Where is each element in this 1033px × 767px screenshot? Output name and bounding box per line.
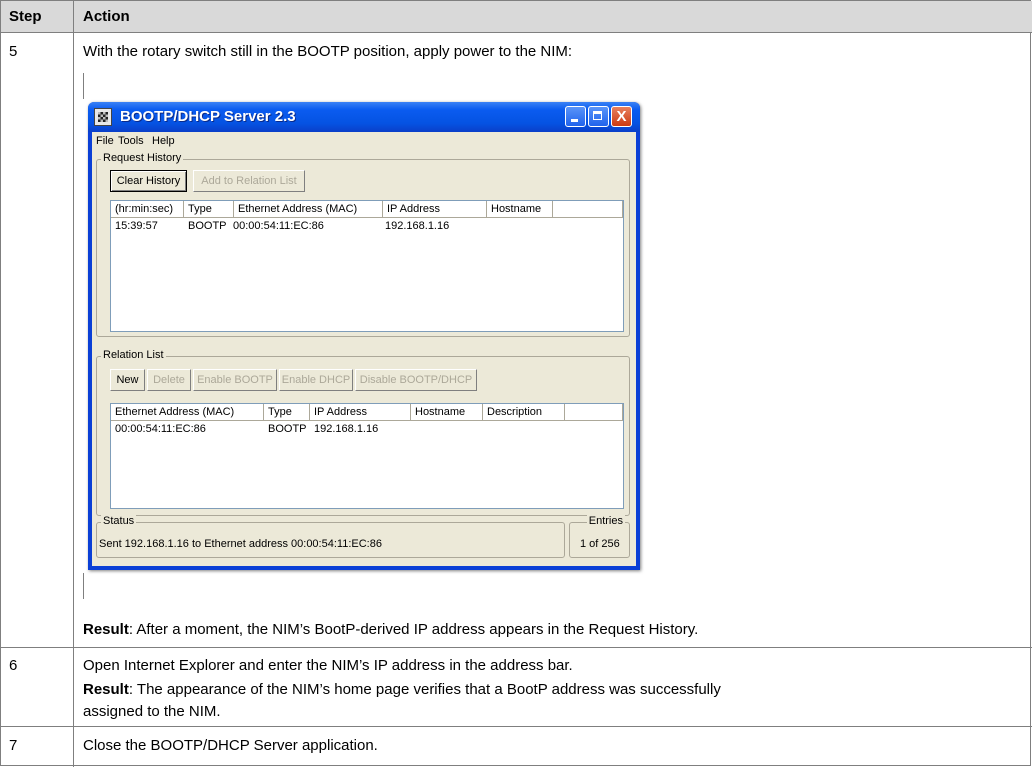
result-label: Result bbox=[83, 681, 129, 698]
step-number: 5 bbox=[9, 43, 18, 60]
menu-tools[interactable]: Tools bbox=[118, 135, 144, 147]
row-divider bbox=[1, 726, 1032, 727]
cell-time: 15:39:57 bbox=[115, 220, 158, 232]
menu-bar: File Tools Help bbox=[92, 132, 636, 150]
result-text: : The appearance of the NIM’s home page … bbox=[128, 681, 721, 698]
result-text-continued: assigned to the NIM. bbox=[83, 703, 221, 720]
column-header-ip[interactable]: IP Address bbox=[310, 404, 411, 421]
status-text: Sent 192.168.1.16 to Ethernet address 00… bbox=[99, 538, 382, 550]
cell-ip: 192.168.1.16 bbox=[385, 220, 450, 232]
status-label: Status bbox=[101, 515, 137, 527]
maximize-button[interactable] bbox=[588, 106, 609, 127]
cell-mac: 00:00:54:11:EC:86 bbox=[233, 220, 324, 232]
table-header: Step Action bbox=[1, 1, 1032, 33]
column-header-filler bbox=[565, 404, 623, 421]
disable-bootp-dhcp-button[interactable]: Disable BOOTP/DHCP bbox=[355, 369, 477, 391]
column-header-hostname[interactable]: Hostname bbox=[487, 201, 553, 218]
row-divider bbox=[1, 647, 1032, 648]
relation-list-label: Relation List bbox=[101, 349, 166, 361]
menu-help[interactable]: Help bbox=[152, 135, 175, 147]
step-number: 6 bbox=[9, 657, 18, 674]
add-to-relation-list-button[interactable]: Add to Relation List bbox=[193, 170, 305, 192]
app-icon bbox=[94, 108, 112, 126]
column-header-mac[interactable]: Ethernet Address (MAC) bbox=[234, 201, 383, 218]
column-header-mac[interactable]: Ethernet Address (MAC) bbox=[111, 404, 264, 421]
request-history-group: Request History Clear History Add to Rel… bbox=[96, 152, 630, 337]
result-label: Result bbox=[83, 621, 129, 638]
menu-file[interactable]: File bbox=[96, 135, 114, 147]
header-step: Step bbox=[9, 8, 42, 25]
cell-type: BOOTP bbox=[268, 423, 307, 435]
status-box: Status Sent 192.168.1.16 to Ethernet add… bbox=[96, 515, 565, 558]
window-client-area: File Tools Help Request History Clear Hi… bbox=[92, 132, 636, 566]
cell-ip: 192.168.1.16 bbox=[314, 423, 379, 435]
result-text: : After a moment, the NIM’s BootP-derive… bbox=[128, 621, 699, 638]
relation-list-group: Relation List New Delete Enable BOOTP En… bbox=[96, 349, 630, 516]
cell-mac: 00:00:54:11:EC:86 bbox=[115, 423, 206, 435]
clear-history-button[interactable]: Clear History bbox=[110, 170, 187, 192]
window-title: BOOTP/DHCP Server 2.3 bbox=[120, 108, 296, 125]
column-header-hostname[interactable]: Hostname bbox=[411, 404, 483, 421]
result-line: Result: The appearance of the NIM’s home… bbox=[83, 681, 721, 698]
header-action: Action bbox=[83, 8, 130, 25]
connector-line bbox=[83, 573, 84, 599]
column-header-type[interactable]: Type bbox=[264, 404, 310, 421]
enable-bootp-button[interactable]: Enable BOOTP bbox=[193, 369, 277, 391]
step-text: Close the BOOTP/DHCP Server application. bbox=[83, 737, 378, 754]
column-header-description[interactable]: Description bbox=[483, 404, 565, 421]
close-button[interactable]: X bbox=[611, 106, 632, 127]
close-icon: X bbox=[616, 108, 627, 125]
step-text: Open Internet Explorer and enter the NIM… bbox=[83, 657, 573, 674]
request-history-label: Request History bbox=[101, 152, 184, 164]
cell-type: BOOTP bbox=[188, 220, 227, 232]
column-header-ip[interactable]: IP Address bbox=[383, 201, 487, 218]
new-button[interactable]: New bbox=[110, 369, 145, 391]
entries-box: Entries 1 of 256 bbox=[569, 515, 630, 558]
enable-dhcp-button[interactable]: Enable DHCP bbox=[279, 369, 353, 391]
connector-line bbox=[83, 73, 84, 99]
minimize-button[interactable] bbox=[565, 106, 586, 127]
step-number: 7 bbox=[9, 737, 18, 754]
column-header-filler bbox=[553, 201, 623, 218]
step-text: With the rotary switch still in the BOOT… bbox=[83, 43, 573, 60]
request-history-list[interactable]: (hr:min:sec) Type Ethernet Address (MAC)… bbox=[110, 200, 624, 332]
entries-label: Entries bbox=[586, 515, 625, 527]
column-header-time[interactable]: (hr:min:sec) bbox=[111, 201, 184, 218]
result-line: Result: After a moment, the NIM’s BootP-… bbox=[83, 621, 698, 638]
window-titlebar[interactable]: BOOTP/DHCP Server 2.3 X bbox=[88, 102, 640, 132]
bootp-dhcp-window: BOOTP/DHCP Server 2.3 X File Tools Help … bbox=[88, 102, 640, 570]
delete-button[interactable]: Delete bbox=[147, 369, 191, 391]
entries-count: 1 of 256 bbox=[580, 538, 620, 550]
relation-list[interactable]: Ethernet Address (MAC) Type IP Address H… bbox=[110, 403, 624, 509]
column-divider bbox=[73, 1, 74, 767]
column-header-type[interactable]: Type bbox=[184, 201, 234, 218]
